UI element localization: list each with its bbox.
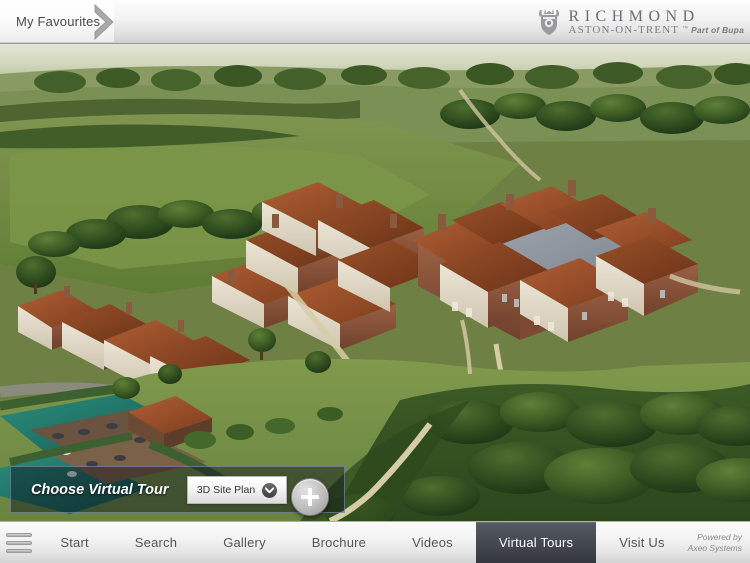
- bottom-navigation-bar: Start Search Gallery Brochure Videos Vir…: [0, 521, 750, 563]
- powered-by-credit: Powered by Axeo Systems: [688, 522, 750, 563]
- chevron-down-icon: [262, 482, 278, 498]
- powered-by-line1: Powered by: [697, 531, 742, 542]
- choose-virtual-tour-label: Choose Virtual Tour: [31, 481, 169, 498]
- brand-logo: RICHMOND ASTON-ON-TRENT ™ Part of Bupa: [536, 2, 744, 42]
- nav-item-virtual-tours[interactable]: Virtual Tours: [475, 522, 597, 563]
- chevron-right-icon: [94, 3, 114, 41]
- virtual-tour-select-value: 3D Site Plan: [196, 484, 256, 496]
- brand-affiliation: Part of Bupa: [691, 24, 744, 35]
- plus-icon: [301, 488, 319, 506]
- nav-item-visit-us[interactable]: Visit Us: [596, 522, 687, 563]
- app-root: My Favourites RICHMOND ASTON-ON-TRENT ™ …: [0, 0, 750, 563]
- nav-item-gallery[interactable]: Gallery: [200, 522, 289, 563]
- site-plan-render: [0, 44, 750, 521]
- nav-item-start[interactable]: Start: [37, 522, 111, 563]
- nav-item-brochure[interactable]: Brochure: [289, 522, 389, 563]
- add-virtual-tour-button[interactable]: [291, 478, 329, 516]
- top-header-bar: My Favourites RICHMOND ASTON-ON-TRENT ™ …: [0, 0, 750, 44]
- my-favourites-label: My Favourites: [16, 13, 101, 29]
- hamburger-menu-icon[interactable]: [0, 522, 37, 563]
- virtual-tour-select[interactable]: 3D Site Plan: [187, 476, 287, 504]
- nav-item-videos[interactable]: Videos: [389, 522, 476, 563]
- powered-by-line2: Axeo Systems: [687, 542, 742, 553]
- nav-item-search[interactable]: Search: [112, 522, 200, 563]
- trademark-symbol: ™: [682, 25, 689, 32]
- heraldic-crest-icon: [538, 9, 559, 35]
- brand-name: RICHMOND: [568, 7, 700, 25]
- virtual-tour-viewport[interactable]: [0, 44, 750, 521]
- brand-location: ASTON-ON-TRENT: [568, 23, 680, 36]
